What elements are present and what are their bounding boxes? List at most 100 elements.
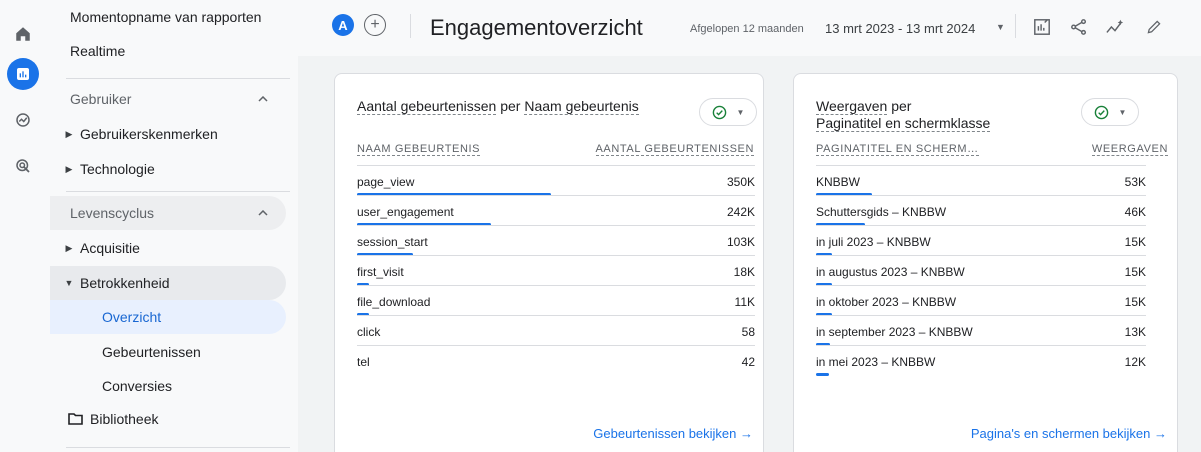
check-circle-icon — [712, 105, 726, 119]
chevron-up-icon — [258, 96, 268, 102]
section-label: Gebruiker — [70, 91, 132, 107]
row-value: 15K — [1124, 295, 1146, 309]
sidebar-item-label: Bibliotheek — [90, 411, 159, 427]
row-value: 53K — [1124, 175, 1146, 189]
metric-label[interactable]: Aantal gebeurtenissen — [357, 98, 497, 115]
sidebar: Momentopname van rapporten Realtime Gebr… — [46, 0, 298, 452]
sidebar-divider — [66, 447, 290, 448]
sidebar-item-label: Gebeurtenissen — [102, 344, 201, 360]
sidebar-item-label: Betrokkenheid — [80, 275, 170, 291]
pages-card: Weergaven per Paginatitel en schermklass… — [793, 73, 1178, 452]
sidebar-item-label: Acquisitie — [80, 240, 140, 256]
share-icon[interactable] — [1068, 16, 1090, 38]
page-title: Engagementoverzicht — [430, 15, 643, 40]
explore-icon[interactable] — [7, 104, 39, 136]
caret-down-icon[interactable]: ▼ — [996, 22, 1005, 32]
reports-icon[interactable] — [7, 58, 39, 90]
main-content: Aantal gebeurtenissen per Naam gebeurten… — [298, 56, 1201, 452]
sidebar-item-label: Technologie — [80, 161, 155, 177]
events-card: Aantal gebeurtenissen per Naam gebeurten… — [334, 73, 764, 452]
card-title: Aantal gebeurtenissen per Naam gebeurten… — [357, 98, 639, 115]
row-value: 12K — [1124, 355, 1146, 369]
column-header-value: WEERGAVEN — [1091, 143, 1168, 156]
caret-down-icon: ▼ — [1118, 107, 1127, 117]
table-row[interactable]: Schuttersgids – KNBBW 46K — [816, 195, 1146, 226]
customize-report-icon[interactable] — [1031, 16, 1053, 38]
row-name: user_engagement — [357, 205, 454, 219]
view-events-link[interactable]: Gebeurtenissen bekijken → — [593, 426, 753, 441]
row-name: in september 2023 – KNBBW — [816, 325, 973, 339]
row-name: file_download — [357, 295, 431, 309]
column-header-text: AANTAL GEBEURTENISSEN — [595, 143, 754, 156]
check-circle-icon — [1094, 105, 1108, 119]
row-name: first_visit — [357, 265, 404, 279]
row-value: 46K — [1124, 205, 1146, 219]
sidebar-divider — [66, 78, 290, 79]
table-row[interactable]: click 58 — [357, 315, 755, 345]
table-row[interactable]: in augustus 2023 – KNBBW 15K — [816, 255, 1146, 286]
data-quality-button[interactable]: ▼ — [1081, 98, 1139, 126]
chevron-up-icon — [258, 210, 268, 216]
row-name: in augustus 2023 – KNBBW — [816, 265, 965, 279]
row-value: 42 — [741, 355, 755, 369]
sidebar-item-engagement[interactable]: ▼ Betrokkenheid — [50, 266, 286, 300]
table-row[interactable]: in oktober 2023 – KNBBW 15K — [816, 285, 1146, 316]
table-row[interactable]: in mei 2023 – KNBBW 12K — [816, 345, 1146, 376]
table-row[interactable]: page_view 350K — [357, 165, 755, 196]
sidebar-item-technology[interactable]: ▶ Technologie — [50, 152, 286, 186]
row-name: session_start — [357, 235, 428, 249]
comparison-avatar[interactable]: A — [332, 14, 354, 36]
sidebar-item-events[interactable]: Gebeurtenissen — [50, 335, 286, 369]
sidebar-item-user-attributes[interactable]: ▶ Gebruikerskenmerken — [50, 117, 286, 151]
table-row[interactable]: session_start 103K — [357, 225, 755, 256]
table-row[interactable]: first_visit 18K — [357, 255, 755, 286]
table-row[interactable]: file_download 11K — [357, 285, 755, 316]
advertising-icon[interactable] — [7, 150, 39, 182]
date-range-value[interactable]: 13 mrt 2023 - 13 mrt 2024 — [825, 21, 975, 36]
insights-icon[interactable] — [1104, 16, 1126, 38]
row-value: 15K — [1124, 235, 1146, 249]
edit-pencil-icon[interactable] — [1143, 16, 1165, 38]
sidebar-item-library[interactable]: Bibliotheek — [50, 402, 286, 436]
row-name: in juli 2023 – KNBBW — [816, 235, 931, 249]
row-name: KNBBW — [816, 175, 861, 189]
sidebar-item-overview[interactable]: Overzicht — [50, 300, 286, 334]
sidebar-item-snapshot[interactable]: Momentopname van rapporten — [70, 9, 261, 25]
sidebar-item-label: Overzicht — [102, 309, 162, 325]
row-name: page_view — [357, 175, 415, 189]
table-row[interactable]: KNBBW 53K — [816, 165, 1146, 196]
home-icon[interactable] — [7, 18, 39, 50]
sidebar-item-label: Conversies — [102, 378, 173, 394]
data-quality-button[interactable]: ▼ — [699, 98, 757, 126]
row-name: click — [357, 325, 381, 339]
title-connector: per — [887, 98, 912, 114]
add-comparison-button[interactable]: + — [364, 14, 386, 36]
view-pages-link[interactable]: Pagina's en schermen bekijken → — [971, 426, 1167, 441]
column-header-text: WEERGAVEN — [1091, 143, 1168, 156]
sidebar-divider — [66, 191, 290, 192]
section-label: Levenscyclus — [70, 205, 155, 221]
dimension-label[interactable]: Naam gebeurtenis — [524, 98, 639, 115]
table-row[interactable]: tel 42 — [357, 345, 755, 375]
sidebar-item-realtime[interactable]: Realtime — [70, 43, 125, 59]
sidebar-item-label: Gebruikerskenmerken — [80, 126, 218, 142]
card-title: Weergaven per Paginatitel en schermklass… — [816, 98, 991, 132]
date-range-label[interactable]: Afgelopen 12 maanden — [690, 23, 804, 35]
caret-right-icon: ▶ — [65, 128, 73, 139]
dimension-label[interactable]: Paginatitel en schermklasse — [816, 115, 991, 132]
sidebar-item-conversions[interactable]: Conversies — [50, 369, 286, 403]
metric-label[interactable]: Weergaven — [816, 98, 888, 115]
table-row[interactable]: in september 2023 – KNBBW 13K — [816, 315, 1146, 346]
table-row[interactable]: user_engagement 242K — [357, 195, 755, 226]
caret-down-icon: ▼ — [64, 278, 74, 288]
nav-rail — [0, 0, 46, 452]
sidebar-section-lifecycle[interactable]: Levenscyclus — [50, 196, 286, 230]
row-name: tel — [357, 355, 370, 369]
row-value: 11K — [734, 295, 755, 309]
sidebar-item-acquisition[interactable]: ▶ Acquisitie — [50, 231, 286, 265]
sidebar-section-user[interactable]: Gebruiker — [50, 82, 286, 116]
page-header: A + Engagementoverzicht Afgelopen 12 maa… — [298, 0, 1201, 56]
row-value: 18K — [733, 265, 755, 279]
table-row[interactable]: in juli 2023 – KNBBW 15K — [816, 225, 1146, 256]
row-value: 242K — [726, 205, 755, 219]
